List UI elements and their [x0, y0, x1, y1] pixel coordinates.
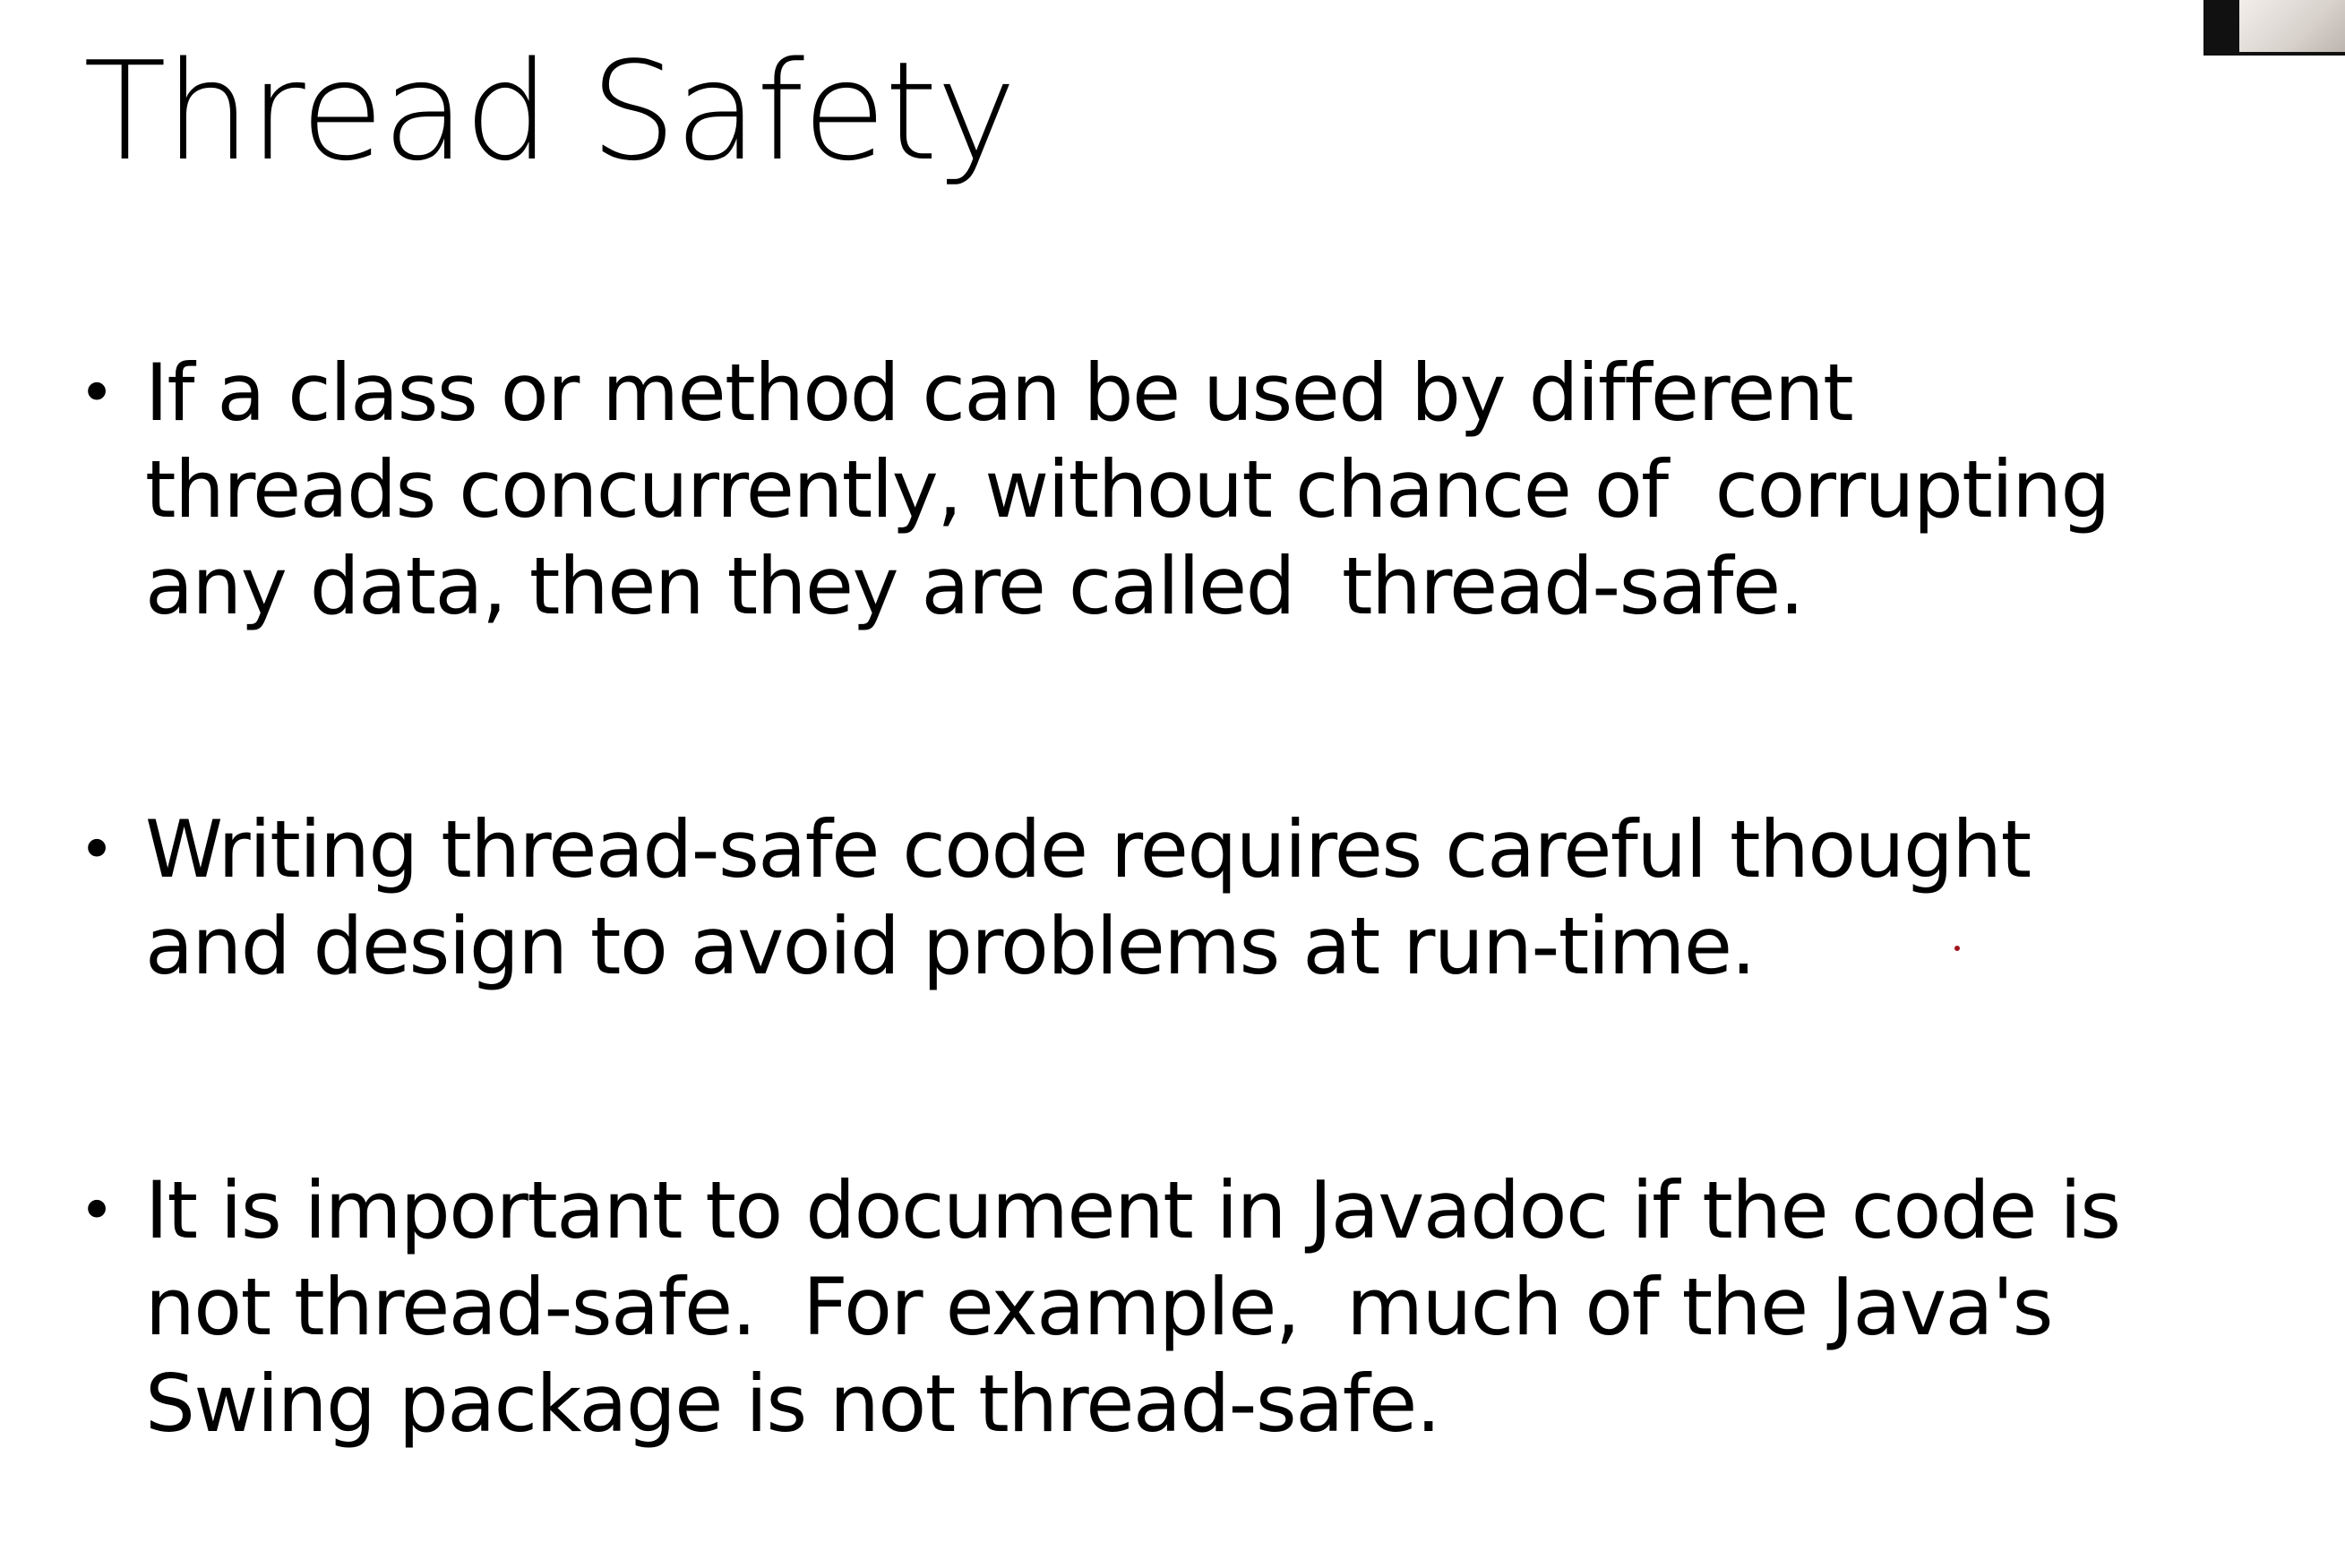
- presenter-video-thumbnail: [2203, 0, 2345, 56]
- bullet-marker: •: [79, 1176, 116, 1247]
- bullet-text: It is important to document in Javadoc i…: [145, 1164, 2121, 1450]
- bullet-marker: •: [79, 815, 116, 886]
- video-feed-image: [2239, 0, 2345, 52]
- bullet-marker: •: [79, 358, 116, 429]
- bullet-text: Writing thread-safe code requires carefu…: [145, 803, 2031, 992]
- slide-title: Thread Safety: [83, 32, 1017, 191]
- presentation-slide: Thread Safety • If a class or method can…: [0, 0, 2345, 1568]
- bullet-text: If a class or method can be used by diff…: [145, 347, 2110, 632]
- laser-pointer-dot: [1954, 946, 1960, 951]
